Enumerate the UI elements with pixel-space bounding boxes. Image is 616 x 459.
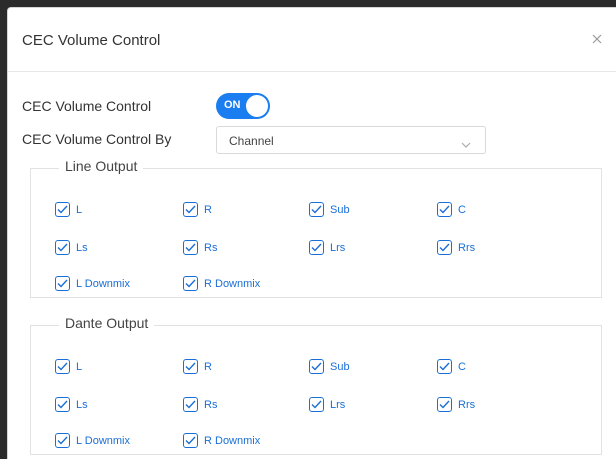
dante-output-group: Dante Output L R Sub C Ls Rs Lrs Rrs L Downmix R …	[30, 315, 602, 455]
line-output-checkbox-lrs[interactable]: Lrs	[309, 240, 345, 255]
checkmark-icon	[55, 240, 70, 255]
checkbox-label: R	[204, 203, 212, 216]
line-output-checkbox-rrs[interactable]: Rrs	[437, 240, 475, 255]
checkmark-icon	[55, 433, 70, 448]
checkmark-icon	[183, 397, 198, 412]
dante-output-checkbox-c[interactable]: C	[437, 359, 466, 374]
checkbox-label: Rrs	[458, 241, 476, 254]
dante-output-checkbox-r-downmix[interactable]: R Downmix	[183, 433, 260, 448]
dante-output-checkbox-r[interactable]: R	[183, 359, 212, 374]
line-output-checkbox-l[interactable]: L	[55, 202, 82, 217]
checkbox-label: L	[76, 203, 83, 216]
checkbox-label: Ls	[76, 398, 88, 411]
checkmark-icon	[437, 359, 452, 374]
cec-volume-dialog: CEC Volume Control CEC Volume Control ON…	[8, 8, 616, 459]
checkmark-icon	[309, 240, 324, 255]
line-output-checkbox-r-downmix[interactable]: R Downmix	[183, 276, 260, 291]
checkmark-icon	[437, 202, 452, 217]
checkbox-label: R Downmix	[204, 434, 261, 447]
dante-output-checkbox-rrs[interactable]: Rrs	[437, 397, 475, 412]
checkmark-icon	[183, 359, 198, 374]
checkbox-label: Rs	[204, 398, 218, 411]
checkbox-label: Ls	[76, 241, 88, 254]
checkbox-label: Sub	[330, 360, 350, 373]
checkbox-label: Lrs	[330, 241, 346, 254]
dialog-header: CEC Volume Control	[8, 8, 616, 72]
checkmark-icon	[437, 240, 452, 255]
line-output-checkbox-r[interactable]: R	[183, 202, 212, 217]
checkmark-icon	[55, 202, 70, 217]
checkbox-label: C	[458, 360, 466, 373]
checkbox-label: R Downmix	[204, 277, 261, 290]
checkbox-label: L Downmix	[76, 277, 130, 290]
dante-output-legend: Dante Output	[59, 315, 155, 331]
checkbox-label: Lrs	[330, 398, 346, 411]
checkbox-label: Rrs	[458, 398, 476, 411]
checkbox-label: L	[76, 360, 83, 373]
dante-output-checkbox-l-downmix[interactable]: L Downmix	[55, 433, 130, 448]
checkmark-icon	[55, 359, 70, 374]
line-output-checkbox-l-downmix[interactable]: L Downmix	[55, 276, 130, 291]
checkbox-label: Rs	[204, 241, 218, 254]
checkmark-icon	[55, 276, 70, 291]
checkmark-icon	[309, 359, 324, 374]
checkbox-label: L Downmix	[76, 434, 130, 447]
line-output-group: Line Output L R Sub C Ls Rs Lrs Rrs L Downmix R D…	[30, 158, 602, 298]
control-by-value: Channel	[229, 134, 274, 148]
line-output-legend: Line Output	[59, 158, 144, 174]
close-icon[interactable]	[590, 32, 604, 46]
dante-output-checkbox-lrs[interactable]: Lrs	[309, 397, 345, 412]
dialog-title: CEC Volume Control	[22, 32, 161, 49]
line-output-checkbox-rs[interactable]: Rs	[183, 240, 217, 255]
checkmark-icon	[437, 397, 452, 412]
chevron-down-icon	[461, 136, 471, 148]
cec-volume-control-by-label: CEC Volume Control By	[22, 131, 172, 147]
toggle-knob	[246, 95, 268, 117]
checkbox-label: C	[458, 203, 466, 216]
checkmark-icon	[183, 240, 198, 255]
checkmark-icon	[183, 433, 198, 448]
toggle-state-text: ON	[224, 99, 241, 111]
line-output-checkbox-ls[interactable]: Ls	[55, 240, 88, 255]
cec-volume-control-label: CEC Volume Control	[22, 98, 152, 114]
line-output-checkbox-sub[interactable]: Sub	[309, 202, 350, 217]
checkbox-label: Sub	[330, 203, 350, 216]
dante-output-checkbox-ls[interactable]: Ls	[55, 397, 88, 412]
cec-volume-toggle[interactable]: ON	[216, 93, 270, 119]
dante-output-checkbox-rs[interactable]: Rs	[183, 397, 217, 412]
checkmark-icon	[183, 202, 198, 217]
checkbox-label: R	[204, 360, 212, 373]
checkmark-icon	[309, 202, 324, 217]
dante-output-checkbox-sub[interactable]: Sub	[309, 359, 350, 374]
control-by-select[interactable]: Channel	[216, 126, 486, 154]
checkmark-icon	[309, 397, 324, 412]
checkmark-icon	[55, 397, 70, 412]
checkmark-icon	[183, 276, 198, 291]
line-output-checkbox-c[interactable]: C	[437, 202, 466, 217]
dante-output-checkbox-l[interactable]: L	[55, 359, 82, 374]
